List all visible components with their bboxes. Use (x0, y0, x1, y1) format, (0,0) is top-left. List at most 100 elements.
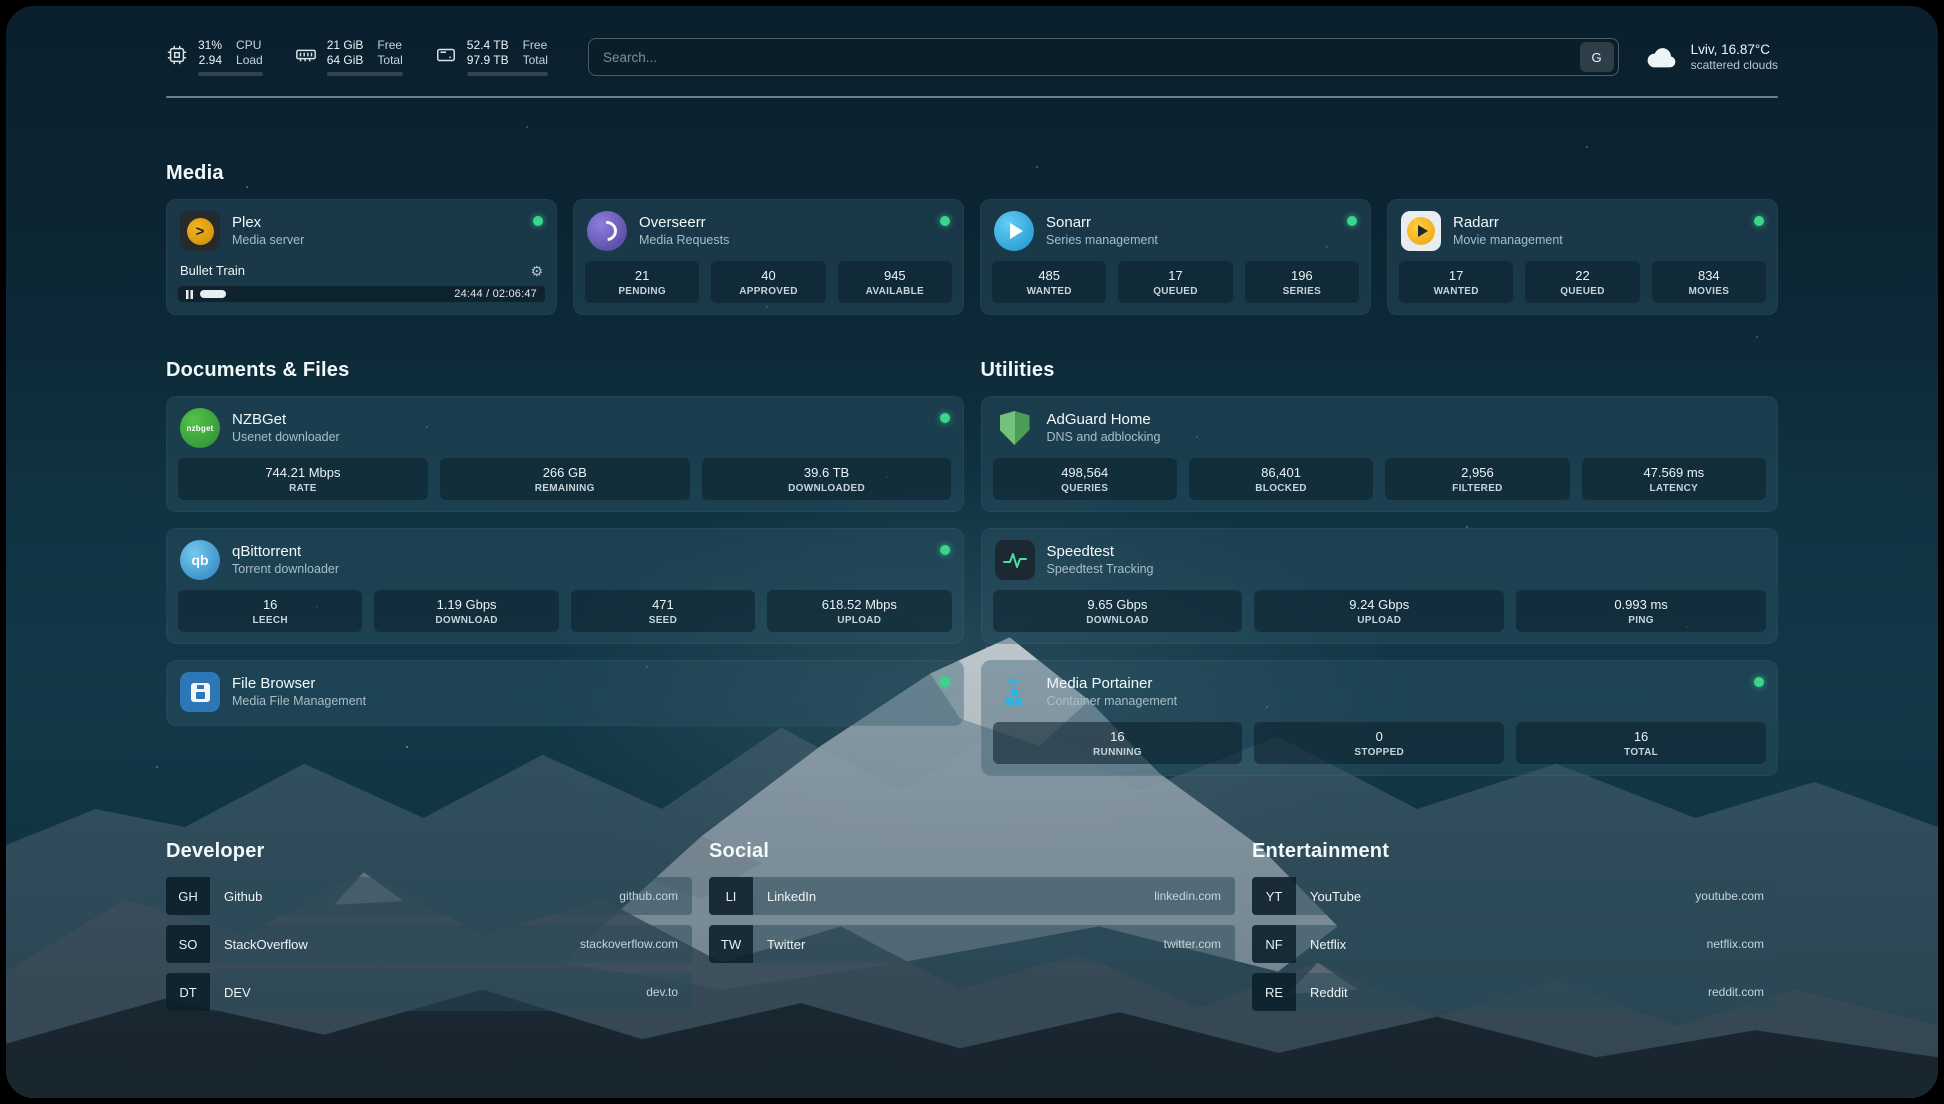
stat-tile: 471SEED (571, 590, 755, 632)
section-title-utilities: Utilities (981, 359, 1779, 382)
pause-icon (186, 290, 193, 299)
service-card-nzbget[interactable]: nzbget NZBGet Usenet downloader 744.21 M… (166, 396, 964, 512)
service-name: Radarr (1453, 214, 1563, 231)
section-title-developer: Developer (166, 840, 692, 863)
bookmark-abbr: SO (166, 925, 210, 963)
service-card-portainer[interactable]: Media Portainer Container management 16R… (981, 660, 1779, 776)
service-card-qbittorrent[interactable]: qb qBittorrent Torrent downloader 16LEEC… (166, 528, 964, 644)
memory-label-2: Total (377, 53, 402, 68)
bookmark-linkedin[interactable]: LI LinkedIn linkedin.com (709, 877, 1235, 915)
status-indicator (1754, 216, 1764, 226)
bookmark-abbr: TW (709, 925, 753, 963)
stat-tile: 17QUEUED (1118, 261, 1232, 303)
service-name: NZBGet (232, 411, 340, 428)
memory-total: 64 GiB (327, 53, 364, 68)
bookmark-url: twitter.com (1164, 937, 1221, 951)
bookmark-name: Twitter (767, 937, 805, 952)
bookmark-abbr: RE (1252, 973, 1296, 1011)
section-title-documents: Documents & Files (166, 359, 964, 382)
cpu-percent: 31% (198, 38, 222, 53)
bookmark-youtube[interactable]: YT YouTube youtube.com (1252, 877, 1778, 915)
bookmark-abbr: NF (1252, 925, 1296, 963)
bookmark-github[interactable]: GH Github github.com (166, 877, 692, 915)
bookmark-name: Github (224, 889, 262, 904)
stat-tile: 0.993 msPING (1516, 590, 1766, 632)
bookmark-abbr: LI (709, 877, 753, 915)
cloud-icon (1645, 44, 1679, 70)
service-card-sonarr[interactable]: Sonarr Series management 485WANTED 17QUE… (980, 199, 1371, 315)
stat-tile: 834MOVIES (1652, 261, 1766, 303)
bookmark-abbr: DT (166, 973, 210, 1011)
bookmark-stackoverflow[interactable]: SO StackOverflow stackoverflow.com (166, 925, 692, 963)
service-desc: Media server (232, 233, 304, 247)
status-indicator (940, 413, 950, 423)
bookmark-url: linkedin.com (1154, 889, 1221, 903)
service-name: Plex (232, 214, 304, 231)
service-name: File Browser (232, 675, 366, 692)
status-indicator (940, 545, 950, 555)
service-card-radarr[interactable]: Radarr Movie management 17WANTED 22QUEUE… (1387, 199, 1778, 315)
stat-tile: 9.24 GbpsUPLOAD (1254, 590, 1504, 632)
now-playing-title: Bullet Train (180, 263, 245, 278)
cpu-icon (166, 44, 188, 66)
disk-icon (435, 44, 457, 66)
stat-tile: 40APPROVED (711, 261, 825, 303)
settings-icon[interactable]: ⚙ (530, 264, 543, 278)
disk-total: 97.9 TB (467, 53, 509, 68)
bookmark-name: Reddit (1310, 985, 1348, 1000)
status-indicator (1754, 677, 1764, 687)
bookmark-url: dev.to (646, 985, 678, 999)
cpu-progress-bar (198, 72, 263, 76)
service-desc: Torrent downloader (232, 562, 339, 576)
search-input[interactable] (603, 50, 1580, 65)
service-card-speedtest[interactable]: Speedtest Speedtest Tracking 9.65 GbpsDO… (981, 528, 1779, 644)
bookmark-abbr: YT (1252, 877, 1296, 915)
status-indicator (940, 216, 950, 226)
stat-tile: 17WANTED (1399, 261, 1513, 303)
search-provider-button[interactable]: G (1580, 42, 1614, 72)
service-name: qBittorrent (232, 543, 339, 560)
stat-tile: 2,956FILTERED (1385, 458, 1569, 500)
stat-tile: 485WANTED (992, 261, 1106, 303)
playback-time: 24:44 / 02:06:47 (454, 288, 537, 300)
stat-tile: 1.19 GbpsDOWNLOAD (374, 590, 558, 632)
bookmark-netflix[interactable]: NF Netflix netflix.com (1252, 925, 1778, 963)
divider (166, 96, 1778, 98)
qbittorrent-icon: qb (180, 540, 220, 580)
filebrowser-icon (180, 672, 220, 712)
service-desc: Media File Management (232, 694, 366, 708)
section-title-entertainment: Entertainment (1252, 840, 1778, 863)
service-desc: DNS and adblocking (1047, 430, 1161, 444)
stat-tile: 16TOTAL (1516, 722, 1766, 764)
memory-free: 21 GiB (327, 38, 364, 53)
service-desc: Series management (1046, 233, 1158, 247)
adguard-icon (995, 408, 1035, 448)
service-desc: Container management (1047, 694, 1178, 708)
plex-icon: > (180, 211, 220, 251)
bookmark-reddit[interactable]: RE Reddit reddit.com (1252, 973, 1778, 1011)
status-indicator (533, 216, 543, 226)
bookmark-dev[interactable]: DT DEV dev.to (166, 973, 692, 1011)
dashboard-frame: 31% CPU 2.94 Load 21 GiB Free 64 GiB Tot… (6, 6, 1938, 1098)
bookmark-twitter[interactable]: TW Twitter twitter.com (709, 925, 1235, 963)
stat-tile: 16RUNNING (993, 722, 1243, 764)
bookmark-name: YouTube (1310, 889, 1361, 904)
service-card-filebrowser[interactable]: File Browser Media File Management (166, 660, 964, 726)
service-desc: Media Requests (639, 233, 729, 247)
service-card-adguard[interactable]: AdGuard Home DNS and adblocking 498,564Q… (981, 396, 1779, 512)
section-title-media: Media (166, 162, 1778, 185)
service-name: Speedtest (1047, 543, 1154, 560)
stat-tile: 86,401BLOCKED (1189, 458, 1373, 500)
speedtest-icon (995, 540, 1035, 580)
stat-tile: 744.21 MbpsRATE (178, 458, 428, 500)
service-card-plex[interactable]: > Plex Media server Bullet Train ⚙ (166, 199, 557, 315)
weather-widget: Lviv, 16.87°C scattered clouds (1645, 41, 1778, 73)
stat-tile: 22QUEUED (1525, 261, 1639, 303)
bookmark-name: LinkedIn (767, 889, 816, 904)
service-name: AdGuard Home (1047, 411, 1161, 428)
sonarr-icon (994, 211, 1034, 251)
service-card-overseerr[interactable]: Overseerr Media Requests 21PENDING 40APP… (573, 199, 964, 315)
section-title-social: Social (709, 840, 1235, 863)
memory-icon (295, 44, 317, 66)
top-bar: 31% CPU 2.94 Load 21 GiB Free 64 GiB Tot… (166, 34, 1778, 80)
